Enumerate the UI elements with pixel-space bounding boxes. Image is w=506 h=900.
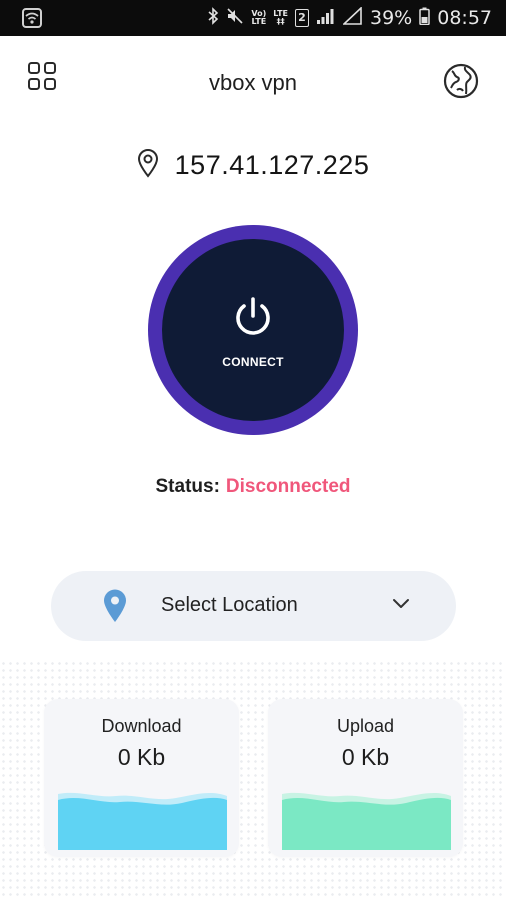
ip-address: 157.41.127.225	[174, 150, 370, 180]
connection-status: Status: Disconnected	[0, 476, 506, 498]
download-wave	[58, 792, 227, 850]
power-icon	[232, 296, 274, 345]
globe-button[interactable]	[442, 63, 480, 104]
globe-icon	[443, 63, 479, 104]
upload-value: 0 Kb	[341, 744, 390, 770]
signal-icon-2	[341, 6, 363, 29]
select-location-dropdown[interactable]: Select Location	[51, 571, 456, 641]
connect-label: CONNECT	[222, 354, 284, 369]
sim-badge: 2	[295, 9, 309, 27]
signal-icon	[316, 7, 336, 29]
connect-button-core: CONNECT	[162, 239, 344, 421]
status-bar: Vo) LTE LTE ‡‡ 2 39% 08:57	[0, 0, 506, 36]
select-location-label: Select Location	[161, 594, 298, 616]
bluetooth-icon	[207, 7, 219, 29]
battery-icon	[419, 7, 430, 29]
download-card: Download 0 Kb	[44, 699, 239, 857]
mute-icon	[226, 7, 244, 29]
upload-wave	[282, 792, 451, 850]
location-pin-icon	[137, 148, 159, 183]
download-value: 0 Kb	[117, 744, 166, 770]
volte-indicator: Vo) LTE	[251, 10, 266, 26]
app-title: vbox vpn	[208, 70, 298, 95]
status-label: Status:	[155, 476, 220, 497]
status-value: Disconnected	[225, 476, 351, 497]
wifi-notification-icon	[22, 8, 42, 28]
clock: 08:57	[437, 7, 492, 29]
ip-address-row: 157.41.127.225	[0, 148, 506, 183]
chevron-down-icon	[392, 597, 410, 615]
connect-button[interactable]: CONNECT	[148, 225, 358, 435]
battery-percent: 39%	[370, 7, 413, 29]
lte-indicator: LTE ‡‡	[273, 10, 288, 26]
lte-bottom-text: ‡‡	[276, 17, 285, 26]
location-pin-icon	[103, 589, 127, 628]
download-title: Download	[101, 716, 182, 736]
upload-title: Upload	[336, 716, 395, 736]
volte-bottom-text: LTE	[251, 17, 267, 26]
upload-card: Upload 0 Kb	[268, 699, 463, 857]
